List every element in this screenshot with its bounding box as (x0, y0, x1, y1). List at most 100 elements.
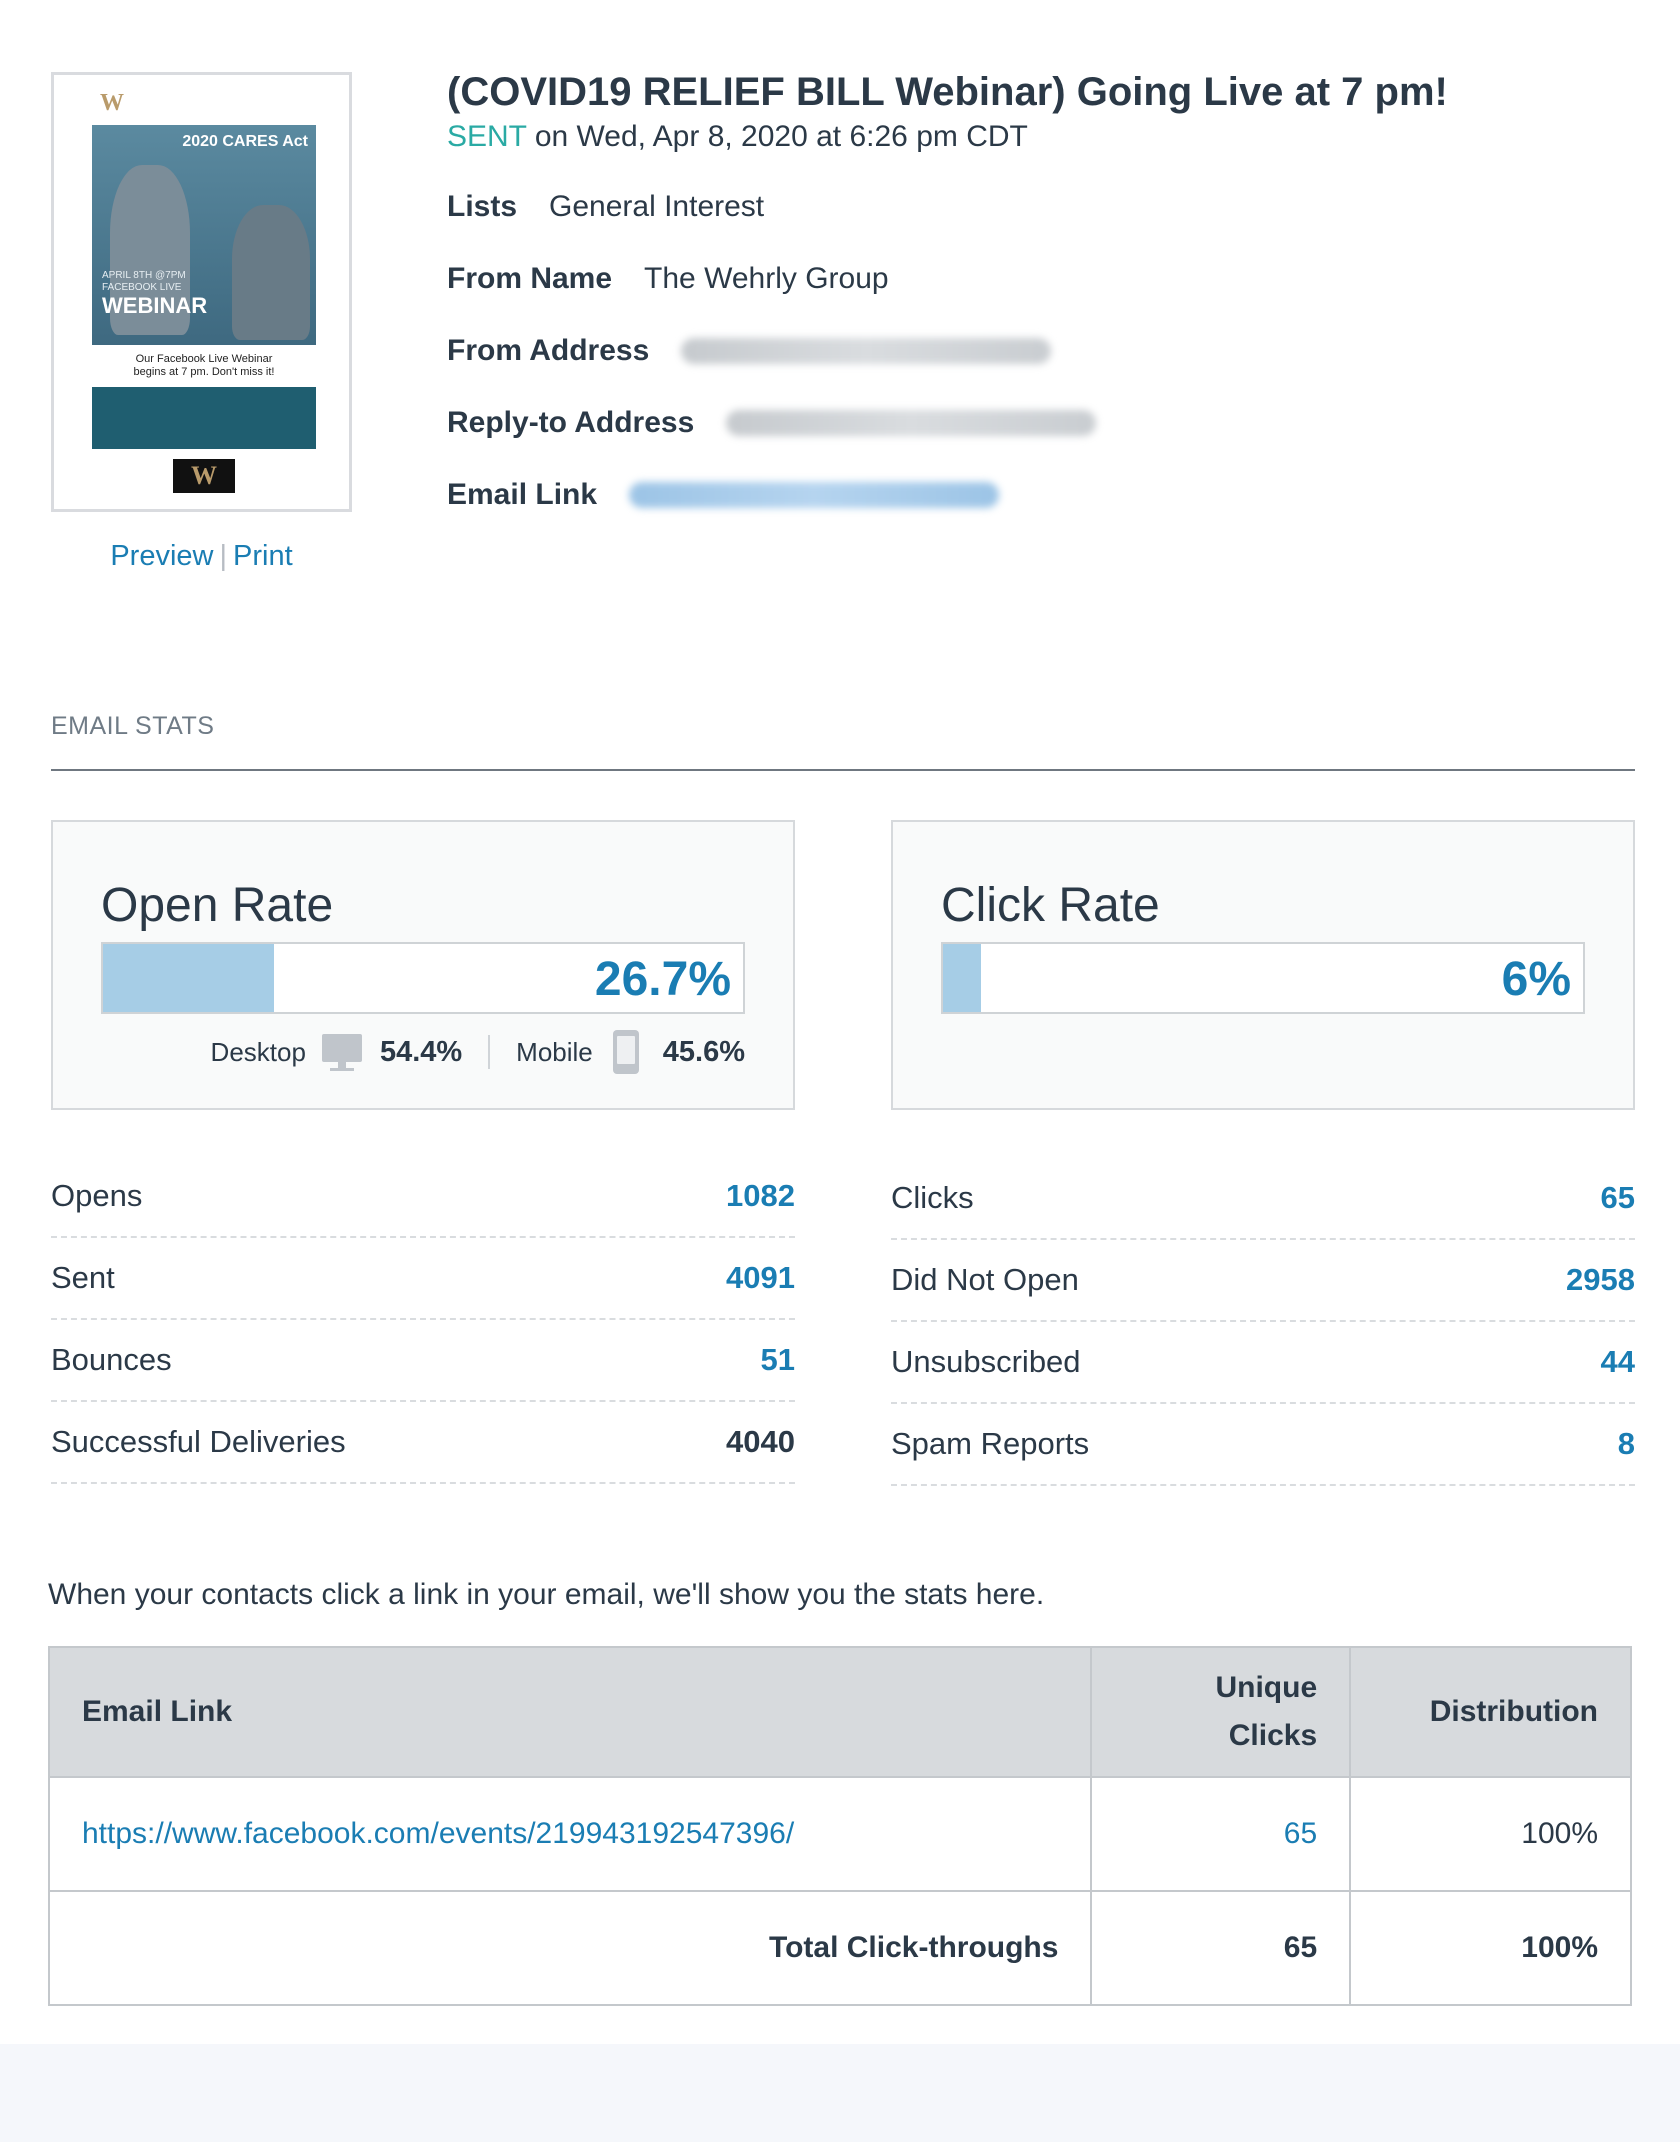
stat-value[interactable]: 51 (761, 1342, 795, 1378)
thumbnail-band (92, 387, 316, 449)
stat-row-opens: Opens 1082 (51, 1156, 795, 1238)
click-rate-bar-fill (943, 944, 982, 1012)
email-link-label: Email Link (447, 478, 598, 511)
mobile-label: Mobile (516, 1036, 593, 1067)
stat-value[interactable]: 44 (1601, 1344, 1635, 1380)
col-unique-line2: Clicks (1228, 1719, 1318, 1752)
open-rate-bar-fill (103, 944, 274, 1012)
table-header-row: Email Link Unique Clicks Distribution (47, 1646, 1632, 1778)
stat-value[interactable]: 8 (1618, 1426, 1635, 1462)
thumbnail-subhead2: FACEBOOK LIVE (102, 282, 182, 293)
col-unique-clicks: Unique Clicks (1090, 1646, 1352, 1778)
thumbnail-caption-line1: Our Facebook Live Webinar (135, 353, 273, 365)
from-name-value: The Wehrly Group (644, 262, 889, 295)
email-link-row: Email Link (447, 478, 1000, 512)
thumbnail-person-right (232, 205, 310, 340)
total-unique-clicks: 65 (1090, 1890, 1352, 2006)
reply-to-redacted (726, 410, 1097, 436)
thumbnail-caption-line2: begins at 7 pm. Don't miss it! (133, 366, 275, 378)
lists-value: General Interest (549, 190, 765, 223)
sent-status-line: SENT on Wed, Apr 8, 2020 at 6:26 pm CDT (447, 120, 1028, 154)
stat-row-sent: Sent 4091 (51, 1238, 795, 1320)
stat-value[interactable]: 1082 (726, 1178, 795, 1214)
device-breakdown: Desktop 54.4% Mobile 45.6% (211, 1030, 745, 1074)
stat-label: Did Not Open (891, 1262, 1079, 1297)
lists-label: Lists (447, 190, 518, 223)
total-label: Total Click-throughs (47, 1890, 1093, 2006)
wehrly-logo-icon: W (100, 90, 124, 116)
link-stats-note: When your contacts click a link in your … (48, 1578, 1045, 1611)
stat-value[interactable]: 4091 (726, 1260, 795, 1296)
from-address-label: From Address (447, 334, 650, 367)
link-distribution: 100% (1349, 1776, 1632, 1892)
from-name-row: From Name The Wehrly Group (447, 262, 889, 296)
stat-row-clicks: Clicks 65 (891, 1158, 1635, 1240)
click-rate-title: Click Rate (941, 879, 1160, 932)
email-stats-heading: EMAIL STATS (51, 712, 215, 740)
thumbnail-webinar-text: APRIL 8TH @7PM FACEBOOK LIVE WEBINAR (102, 270, 207, 318)
reply-to-row: Reply-to Address (447, 406, 1097, 440)
click-rate-bar: 6% (941, 942, 1585, 1014)
reply-to-label: Reply-to Address (447, 406, 695, 439)
from-address-row: From Address (447, 334, 1052, 368)
stat-label: Opens (51, 1178, 143, 1213)
mobile-percent: 45.6% (662, 1035, 745, 1068)
click-rate-card: Click Rate 6% (891, 820, 1635, 1110)
open-rate-title: Open Rate (101, 879, 334, 932)
device-divider (488, 1035, 491, 1069)
link-url[interactable]: https://www.facebook.com/events/21994319… (82, 1817, 794, 1850)
thumbnail-hero-image: 2020 CARES Act APRIL 8TH @7PM FACEBOOK L… (92, 125, 316, 345)
thumbnail-footer-logo-icon: W (173, 459, 235, 493)
link-url-cell: https://www.facebook.com/events/21994319… (47, 1776, 1093, 1892)
desktop-label: Desktop (210, 1036, 306, 1067)
stat-row-bounces: Bounces 51 (51, 1320, 795, 1402)
open-rate-bar: 26.7% (101, 942, 745, 1014)
thumbnail-subhead: APRIL 8TH @7PM (102, 270, 186, 281)
total-distribution: 100% (1349, 1890, 1632, 2006)
link-unique-clicks[interactable]: 65 (1090, 1776, 1352, 1892)
stat-label: Sent (51, 1260, 115, 1295)
from-name-label: From Name (447, 262, 613, 295)
delivery-stats-list: Opens 1082 Sent 4091 Bounces 51 Successf… (51, 1156, 795, 1484)
sent-date: on Wed, Apr 8, 2020 at 6:26 pm CDT (534, 120, 1028, 153)
email-thumbnail-content: W 2020 CARES Act APRIL 8TH @7PM FACEBOOK… (92, 81, 316, 509)
print-link[interactable]: Print (233, 540, 293, 572)
stat-label: Successful Deliveries (51, 1424, 346, 1459)
thumbnail-headline: 2020 CARES Act (182, 133, 308, 150)
open-rate-card: Open Rate 26.7% Desktop 54.4% Mobile 45.… (51, 820, 795, 1110)
col-unique-line1: Unique (1215, 1671, 1318, 1704)
section-divider (51, 769, 1635, 771)
table-row: https://www.facebook.com/events/21994319… (47, 1776, 1632, 1892)
col-email-link: Email Link (47, 1646, 1093, 1778)
engagement-stats-list: Clicks 65 Did Not Open 2958 Unsubscribed… (891, 1158, 1635, 1486)
stat-row-did-not-open: Did Not Open 2958 (891, 1240, 1635, 1322)
email-link-redacted[interactable] (629, 482, 1000, 508)
desktop-monitor-icon (320, 1032, 364, 1072)
open-rate-value: 26.7% (594, 953, 731, 1006)
stat-label: Spam Reports (891, 1426, 1090, 1461)
email-link-table: Email Link Unique Clicks Distribution ht… (47, 1646, 1632, 2006)
mobile-phone-icon (612, 1030, 639, 1074)
col-distribution: Distribution (1349, 1646, 1632, 1778)
thumbnail-caption: Our Facebook Live Webinar begins at 7 pm… (92, 345, 316, 387)
stat-row-spam-reports: Spam Reports 8 (891, 1404, 1635, 1486)
table-total-row: Total Click-throughs 65 100% (47, 1890, 1632, 2006)
page-footer-background (0, 2044, 1680, 2142)
email-thumbnail[interactable]: W 2020 CARES Act APRIL 8TH @7PM FACEBOOK… (51, 72, 352, 512)
click-rate-value: 6% (1501, 953, 1571, 1006)
stat-value: 4040 (726, 1424, 795, 1459)
desktop-percent: 54.4% (379, 1035, 463, 1068)
lists-row: Lists General Interest (447, 190, 764, 224)
stat-row-successful-deliveries: Successful Deliveries 4040 (51, 1402, 795, 1484)
sent-status: SENT (447, 120, 527, 153)
stat-value[interactable]: 65 (1601, 1180, 1635, 1216)
stat-label: Unsubscribed (891, 1344, 1081, 1379)
stat-value[interactable]: 2958 (1566, 1262, 1635, 1298)
preview-link[interactable]: Preview (110, 540, 213, 572)
stat-label: Bounces (51, 1342, 172, 1377)
link-separator: | (219, 540, 228, 572)
stat-label: Clicks (891, 1180, 974, 1215)
thumbnail-logo-row: W (92, 81, 316, 125)
stat-row-unsubscribed: Unsubscribed 44 (891, 1322, 1635, 1404)
campaign-title: (COVID19 RELIEF BILL Webinar) Going Live… (447, 70, 1448, 114)
